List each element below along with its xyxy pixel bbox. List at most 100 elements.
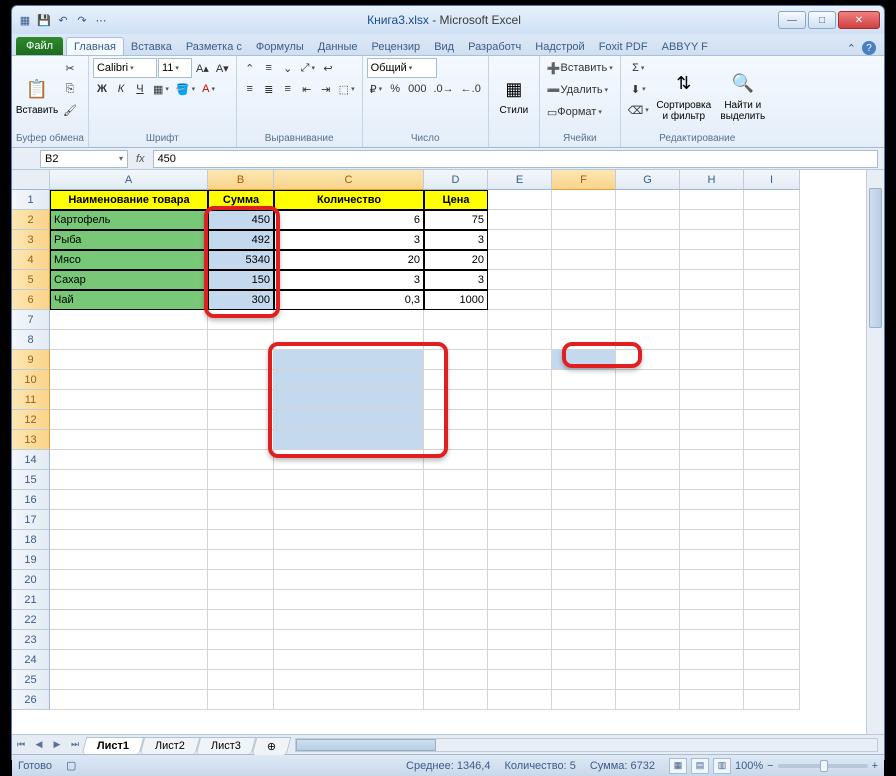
cell[interactable]: 3 [424, 230, 488, 250]
cell[interactable] [744, 490, 800, 510]
cell[interactable] [616, 570, 680, 590]
cell[interactable] [424, 650, 488, 670]
cell[interactable]: Цена [424, 190, 488, 210]
cell[interactable] [488, 210, 552, 230]
cell[interactable] [552, 610, 616, 630]
cell[interactable] [488, 290, 552, 310]
cell[interactable] [616, 530, 680, 550]
cell[interactable]: 20 [274, 250, 424, 270]
align-bottom-icon[interactable]: ⌄ [279, 58, 297, 78]
grow-font-icon[interactable]: A▴ [193, 58, 212, 78]
row-header[interactable]: 25 [12, 670, 50, 690]
cell[interactable] [208, 350, 274, 370]
cell[interactable] [552, 570, 616, 590]
cell[interactable] [488, 250, 552, 270]
cell[interactable] [424, 590, 488, 610]
cell[interactable] [744, 410, 800, 430]
increase-decimal-icon[interactable]: .0→ [430, 79, 456, 99]
cell[interactable]: 0,3 [274, 290, 424, 310]
col-header[interactable]: I [744, 170, 800, 190]
cell[interactable] [744, 630, 800, 650]
cell[interactable] [616, 490, 680, 510]
cell[interactable] [488, 310, 552, 330]
help-icon[interactable]: ? [862, 41, 876, 55]
cell[interactable] [616, 450, 680, 470]
row-header[interactable]: 19 [12, 550, 50, 570]
row-header[interactable]: 8 [12, 330, 50, 350]
row-header[interactable]: 1 [12, 190, 50, 210]
cell[interactable] [680, 510, 744, 530]
cell[interactable] [552, 630, 616, 650]
cell[interactable] [488, 270, 552, 290]
cell[interactable] [208, 390, 274, 410]
tab-file[interactable]: Файл [16, 37, 63, 55]
cell[interactable] [424, 550, 488, 570]
row-header[interactable]: 22 [12, 610, 50, 630]
cell[interactable] [680, 590, 744, 610]
cell[interactable] [744, 510, 800, 530]
undo-icon[interactable]: ↶ [54, 11, 72, 29]
sheet-nav-prev-icon[interactable]: ◀ [30, 736, 48, 754]
align-center-icon[interactable]: ≣ [260, 79, 278, 99]
cell[interactable] [424, 510, 488, 530]
cell[interactable] [208, 670, 274, 690]
col-header[interactable]: D [424, 170, 488, 190]
cell[interactable] [208, 370, 274, 390]
cell[interactable] [50, 390, 208, 410]
cell[interactable] [208, 310, 274, 330]
sheet-tab[interactable]: Лист1 [82, 737, 145, 754]
cell[interactable] [274, 590, 424, 610]
font-name-combo[interactable]: Calibri [93, 58, 157, 78]
cell[interactable] [424, 350, 488, 370]
row-header[interactable]: 16 [12, 490, 50, 510]
cell[interactable] [50, 670, 208, 690]
cell[interactable] [208, 530, 274, 550]
cell[interactable] [50, 550, 208, 570]
row-header[interactable]: 23 [12, 630, 50, 650]
cell[interactable] [488, 650, 552, 670]
row-header[interactable]: 2 [12, 210, 50, 230]
cell[interactable] [616, 510, 680, 530]
cell[interactable] [680, 310, 744, 330]
number-format-combo[interactable]: Общий [367, 58, 437, 78]
cell[interactable] [50, 610, 208, 630]
cell[interactable] [616, 410, 680, 430]
cell[interactable] [552, 590, 616, 610]
cell[interactable] [208, 510, 274, 530]
sheet-nav-last-icon[interactable]: ⏭ [66, 736, 84, 754]
cell[interactable] [274, 310, 424, 330]
zoom-out-icon[interactable]: − [767, 760, 773, 772]
redo-icon[interactable]: ↷ [73, 11, 91, 29]
cell[interactable] [552, 290, 616, 310]
row-header[interactable]: 6 [12, 290, 50, 310]
row-header[interactable]: 26 [12, 690, 50, 710]
sheet-tab[interactable]: Лист3 [196, 737, 257, 754]
cell[interactable] [424, 690, 488, 710]
cell[interactable]: 450 [208, 210, 274, 230]
tab-formulas[interactable]: Формулы [249, 38, 311, 55]
cell[interactable] [744, 450, 800, 470]
cell[interactable] [680, 630, 744, 650]
row-header[interactable]: 12 [12, 410, 50, 430]
tab-page-layout[interactable]: Разметка с [179, 38, 249, 55]
row-header[interactable]: 10 [12, 370, 50, 390]
cell[interactable]: 75 [424, 210, 488, 230]
tab-data[interactable]: Данные [311, 38, 365, 55]
cell[interactable] [552, 650, 616, 670]
tab-home[interactable]: Главная [66, 37, 124, 55]
cell[interactable]: 492 [208, 230, 274, 250]
cell[interactable] [616, 430, 680, 450]
cell[interactable] [488, 610, 552, 630]
cell[interactable] [680, 370, 744, 390]
cell[interactable] [50, 490, 208, 510]
view-page-break-icon[interactable]: ▥ [713, 758, 731, 774]
cell[interactable] [552, 270, 616, 290]
cell[interactable] [616, 690, 680, 710]
cell[interactable] [680, 450, 744, 470]
row-header[interactable]: 14 [12, 450, 50, 470]
maximize-button[interactable]: □ [808, 11, 836, 29]
cell[interactable] [488, 430, 552, 450]
tab-abbyy[interactable]: ABBYY F [655, 38, 715, 55]
cell[interactable] [488, 450, 552, 470]
cell[interactable] [208, 330, 274, 350]
